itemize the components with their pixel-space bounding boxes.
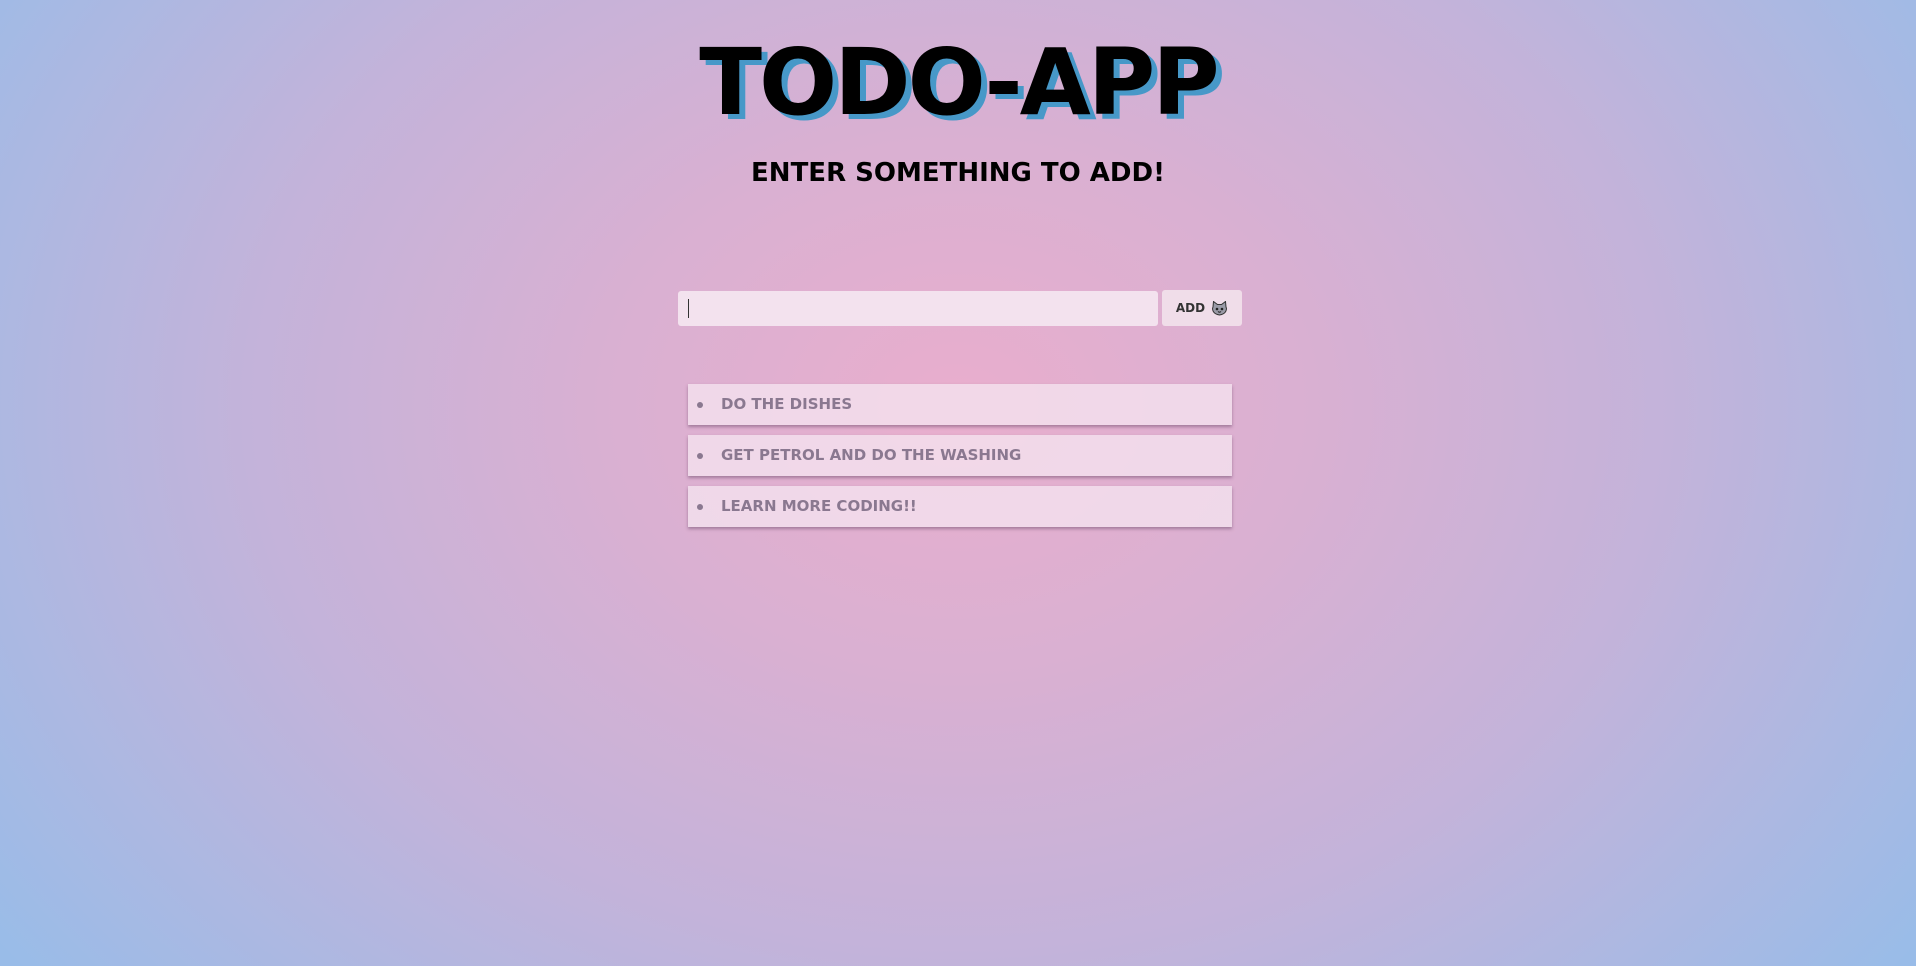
page-subtitle: ENTER SOMETHING TO ADD! bbox=[751, 158, 1165, 188]
todo-item-text: DO THE DISHES bbox=[721, 395, 853, 413]
bullet-icon bbox=[697, 504, 703, 510]
add-button[interactable]: ADD bbox=[1162, 290, 1242, 326]
page-title: TODO-APP bbox=[699, 29, 1220, 136]
todo-item[interactable]: GET PETROL AND DO THE WASHING bbox=[688, 435, 1232, 476]
todo-input[interactable] bbox=[678, 291, 1158, 326]
bullet-icon bbox=[697, 402, 703, 408]
text-caret bbox=[688, 299, 689, 318]
todo-list: DO THE DISHES GET PETROL AND DO THE WASH… bbox=[688, 384, 1232, 537]
cat-face-icon bbox=[1211, 300, 1228, 316]
add-button-label: ADD bbox=[1175, 301, 1206, 315]
todo-item-text: GET PETROL AND DO THE WASHING bbox=[721, 446, 1022, 464]
todo-item[interactable]: LEARN MORE CODING!! bbox=[688, 486, 1232, 527]
todo-app: TODO-APP ENTER SOMETHING TO ADD! ADD DO … bbox=[0, 0, 1916, 966]
bullet-icon bbox=[697, 453, 703, 459]
todo-item[interactable]: DO THE DISHES bbox=[688, 384, 1232, 425]
todo-item-text: LEARN MORE CODING!! bbox=[721, 497, 917, 515]
